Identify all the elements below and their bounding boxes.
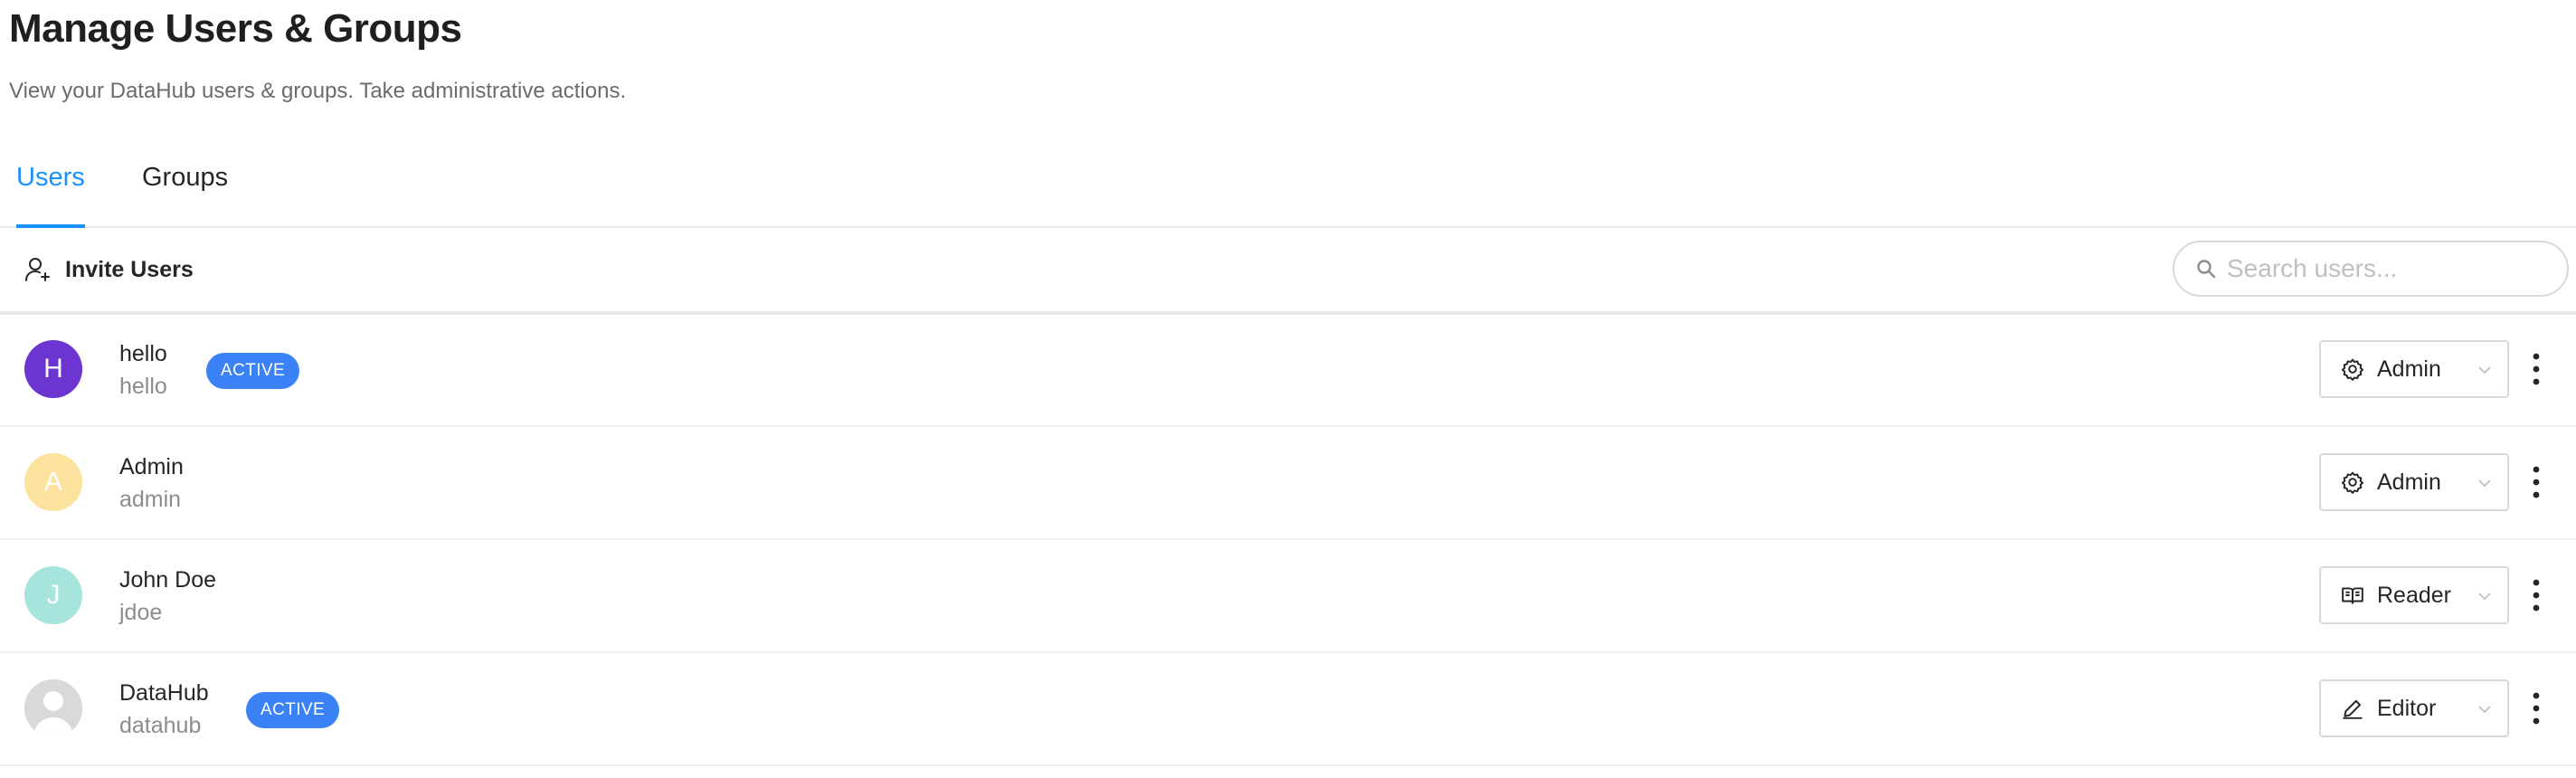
chevron-down-icon xyxy=(2478,593,2491,601)
role-label: Reader xyxy=(2377,582,2451,608)
more-vertical-icon xyxy=(2533,466,2540,498)
tab-groups[interactable]: Groups xyxy=(142,159,232,226)
user-name[interactable]: hello xyxy=(119,338,167,369)
role-select[interactable]: Admin xyxy=(2319,340,2509,398)
user-row: DataHub datahub ACTIVE Editor xyxy=(0,652,2576,766)
user-name[interactable]: Admin xyxy=(119,451,184,482)
avatar[interactable]: J xyxy=(24,566,82,624)
chevron-down-icon xyxy=(2478,479,2491,488)
user-add-icon xyxy=(25,258,50,281)
role-select[interactable]: Admin xyxy=(2319,453,2509,511)
avatar[interactable]: H xyxy=(24,340,82,398)
gear-icon xyxy=(2341,471,2364,494)
toolbar: Invite Users xyxy=(0,228,2576,315)
chevron-down-icon xyxy=(2478,366,2491,375)
user-username: admin xyxy=(119,487,182,512)
user-row: J John Doe jdoe Reader xyxy=(0,539,2576,653)
page-subtitle: View your DataHub users & groups. Take a… xyxy=(9,79,627,103)
avatar[interactable] xyxy=(24,679,82,737)
user-name[interactable]: DataHub xyxy=(119,678,209,708)
more-vertical-icon xyxy=(2533,579,2540,612)
more-options-button[interactable] xyxy=(2524,575,2549,615)
pencil-icon xyxy=(2343,699,2363,719)
more-vertical-icon xyxy=(2533,692,2540,725)
invite-users-label: Invite Users xyxy=(65,256,194,282)
avatar[interactable]: A xyxy=(24,453,82,511)
tab-bar: Users Groups xyxy=(0,145,2576,228)
status-badge: ACTIVE xyxy=(206,353,300,389)
chevron-down-icon xyxy=(2478,706,2491,714)
user-username: datahub xyxy=(119,713,202,738)
role-label: Admin xyxy=(2377,356,2441,382)
more-options-button[interactable] xyxy=(2524,688,2549,728)
user-name[interactable]: John Doe xyxy=(119,565,216,595)
user-username: hello xyxy=(119,374,167,399)
status-badge: ACTIVE xyxy=(246,692,340,728)
search-box[interactable] xyxy=(2173,241,2569,297)
tab-users[interactable]: Users xyxy=(16,159,85,228)
page-title: Manage Users & Groups xyxy=(9,6,462,51)
more-vertical-icon xyxy=(2533,353,2540,385)
user-username: jdoe xyxy=(119,600,163,625)
gear-icon xyxy=(2341,358,2364,381)
default-avatar-icon xyxy=(24,679,82,737)
more-options-button[interactable] xyxy=(2524,349,2549,389)
search-icon xyxy=(2197,260,2216,279)
user-row: A Admin admin Admin xyxy=(0,426,2576,540)
role-label: Admin xyxy=(2377,469,2441,495)
role-select[interactable]: Reader xyxy=(2319,566,2509,624)
invite-users-button[interactable]: Invite Users xyxy=(24,248,194,291)
more-options-button[interactable] xyxy=(2524,462,2549,502)
role-select[interactable]: Editor xyxy=(2319,679,2509,737)
user-row: H hello hello ACTIVE Admin xyxy=(0,313,2576,427)
role-label: Editor xyxy=(2377,695,2437,721)
search-input[interactable] xyxy=(2225,253,2554,284)
book-icon xyxy=(2342,587,2363,604)
